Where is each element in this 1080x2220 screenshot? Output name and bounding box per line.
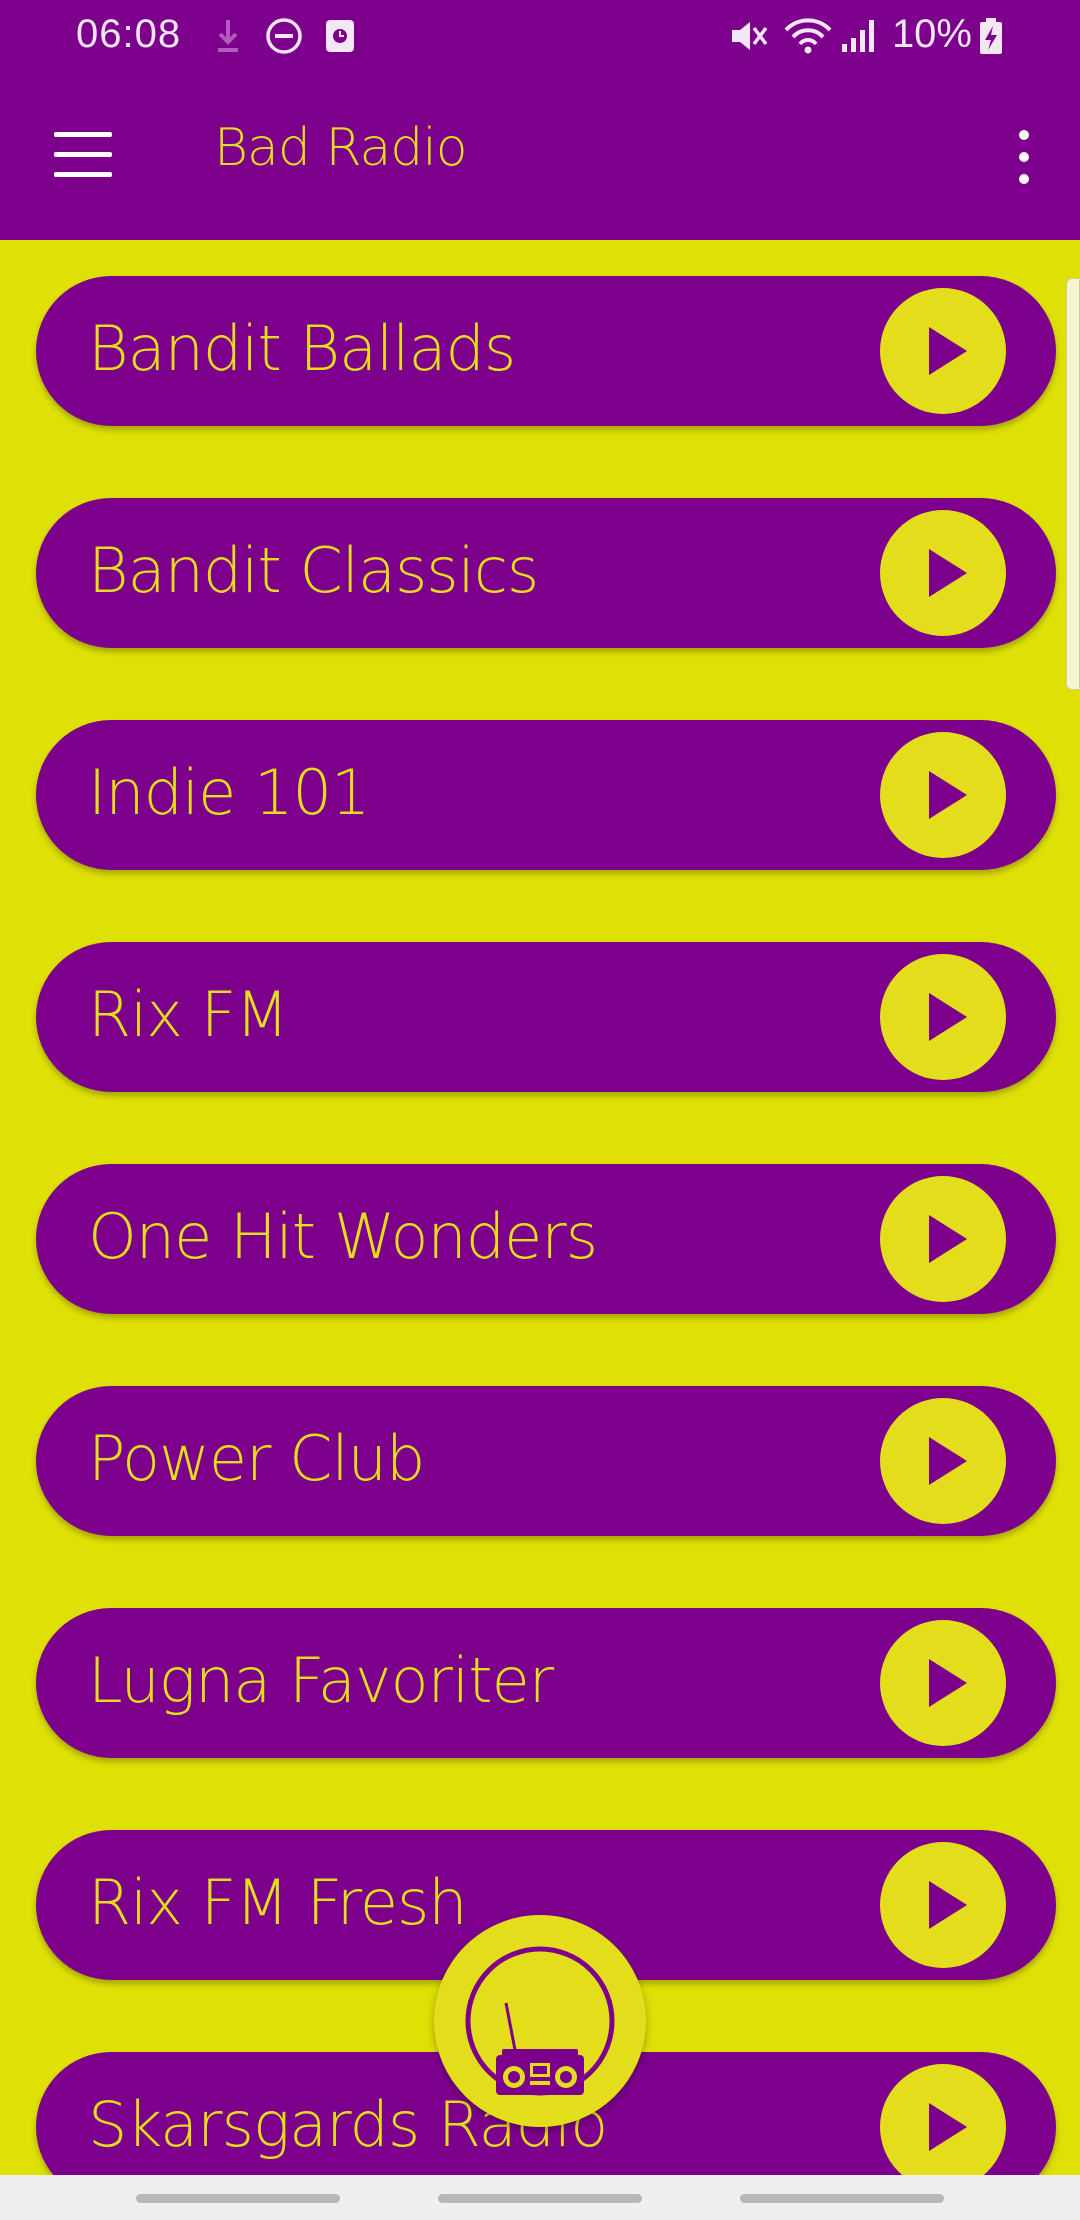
wifi-icon — [784, 18, 832, 54]
play-button[interactable] — [880, 1842, 1006, 1968]
play-icon — [929, 1215, 967, 1263]
station-name: Power Club — [88, 1422, 425, 1495]
station-name: Lugna Favoriter — [88, 1644, 554, 1717]
station-name: One Hit Wonders — [88, 1200, 598, 1273]
play-icon — [929, 1437, 967, 1485]
station-item[interactable]: Rix FM — [36, 942, 1056, 1092]
app-bar: Bad Radio — [0, 72, 1080, 240]
navigation-bar — [0, 2175, 1080, 2220]
station-item[interactable]: Indie 101 — [36, 720, 1056, 870]
play-button[interactable] — [880, 1620, 1006, 1746]
station-item[interactable]: Lugna Favoriter — [36, 1608, 1056, 1758]
station-item[interactable]: Bandit Classics — [36, 498, 1056, 648]
station-item[interactable]: One Hit Wonders — [36, 1164, 1056, 1314]
station-name: Rix FM Fresh — [88, 1866, 468, 1939]
boombox-radio-icon — [465, 1946, 615, 2096]
play-icon — [929, 1881, 967, 1929]
nav-gesture-hint[interactable] — [740, 2194, 944, 2203]
play-icon — [929, 1659, 967, 1707]
play-button[interactable] — [880, 1176, 1006, 1302]
play-icon — [929, 771, 967, 819]
more-vert-icon[interactable] — [1004, 130, 1044, 186]
mute-icon — [732, 22, 768, 50]
play-icon — [929, 2103, 967, 2151]
play-button[interactable] — [880, 954, 1006, 1080]
hamburger-menu-icon[interactable] — [54, 132, 114, 178]
play-button[interactable] — [880, 2064, 1006, 2175]
station-item[interactable]: Power Club — [36, 1386, 1056, 1536]
battery-charging-icon — [980, 18, 1002, 54]
station-list[interactable]: Bandit Ballads Bandit Classics Indie 101… — [0, 240, 1080, 2175]
radio-fab-button[interactable] — [434, 1915, 646, 2127]
nav-gesture-hint[interactable] — [438, 2194, 642, 2203]
signal-icon — [842, 20, 874, 52]
play-button[interactable] — [880, 288, 1006, 414]
status-bar: 06:08 10% — [0, 0, 1080, 72]
scrollbar-thumb[interactable] — [1066, 278, 1080, 690]
station-name: Rix FM — [88, 978, 289, 1051]
station-name: Indie 101 — [88, 756, 370, 829]
play-button[interactable] — [880, 732, 1006, 858]
app-title: Bad Radio — [214, 118, 468, 178]
play-button[interactable] — [880, 1398, 1006, 1524]
play-icon — [929, 327, 967, 375]
nav-gesture-hint[interactable] — [136, 2194, 340, 2203]
station-item[interactable]: Bandit Ballads — [36, 276, 1056, 426]
do-not-disturb-icon — [266, 18, 302, 54]
play-icon — [929, 549, 967, 597]
station-name: Bandit Ballads — [88, 312, 516, 385]
station-name: Bandit Classics — [88, 534, 539, 607]
play-button[interactable] — [880, 510, 1006, 636]
download-icon — [218, 20, 238, 52]
status-time: 06:08 — [76, 12, 182, 56]
play-icon — [929, 993, 967, 1041]
battery-percentage: 10% — [891, 12, 972, 56]
screenshot-icon — [326, 20, 354, 52]
